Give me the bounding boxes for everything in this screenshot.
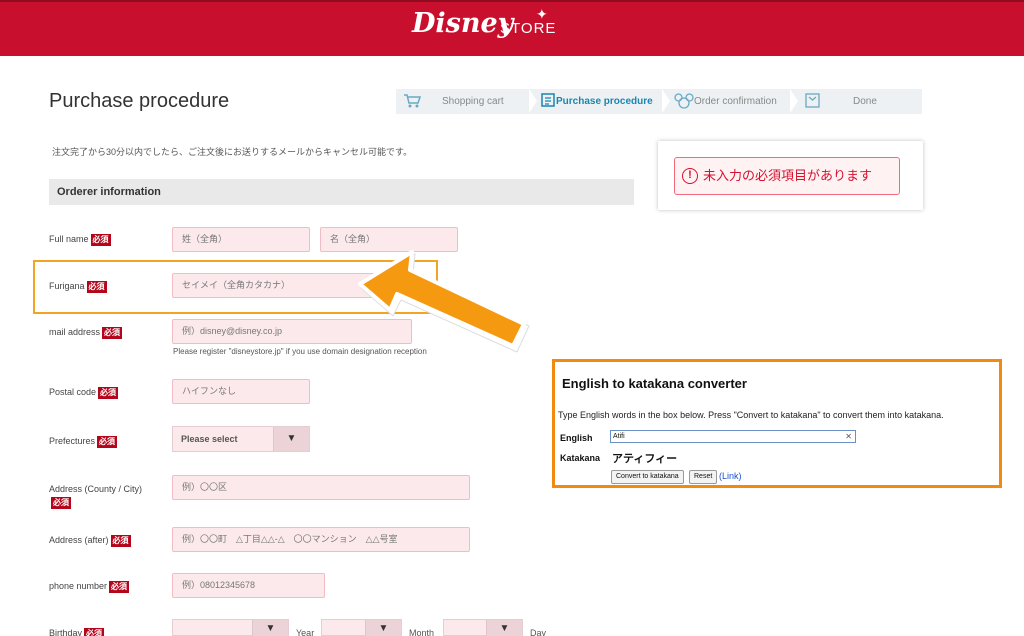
birthday-month-label: Month [409,628,435,636]
birthday-year-label: Year [296,628,315,636]
disney-store-logo[interactable]: Disney STORE ✦ [0,0,1024,56]
fullname-label: Full name 必須 [49,234,111,246]
mickey-icon [674,93,694,112]
error-message: 未入力の必須項目があります [703,168,873,183]
chevron-down-icon[interactable]: ▼ [365,620,401,636]
english-input[interactable]: Atifi ✕ [610,430,856,443]
last-name-input[interactable]: 姓（全角） [172,227,310,252]
exclamation-circle-icon: ! [682,168,698,184]
address-city-label-text: Address (County / City) [49,484,143,494]
cancel-notice: 注文完了から30分以内でしたら、ご注文後にお送りするメールからキャンセル可能です… [52,147,413,157]
check-icon [805,93,821,112]
english-input-value: Atifi [613,433,625,440]
chevron-down-icon[interactable]: ▼ [252,620,288,636]
phone-label: phone number 必須 [49,581,130,593]
required-badge: 必須 [109,581,130,593]
pointer-arrow-icon [358,250,530,353]
phone-label-text: phone number [49,581,108,591]
page-title: Purchase procedure [49,90,230,112]
required-badge: 必須 [98,387,119,399]
furigana-label-text: Furigana [49,281,85,291]
step-purchase-procedure: Purchase procedure [556,96,653,107]
required-badge: 必須 [86,281,107,293]
step-separator [790,89,798,113]
step-shopping-cart: Shopping cart [442,96,504,107]
chevron-down-icon[interactable]: ▼ [273,427,309,451]
fullname-label-text: Full name [49,234,89,244]
address-after-input[interactable]: 例）〇〇町 △丁目△△-△ 〇〇マンション △△号室 [172,527,470,552]
english-label: English [560,433,593,443]
converter-description: Type English words in the box below. Pre… [558,410,944,420]
step-separator [529,89,537,113]
katakana-converter-panel: English to katakana converter Type Engli… [552,359,1002,488]
birthday-day-select[interactable]: ▼ [443,619,523,636]
convert-to-katakana-button[interactable]: Convert to katakana [611,470,684,484]
required-badge: 必須 [102,327,123,339]
checkout-steps: Shopping cart Purchase procedure Order c… [396,89,922,114]
error-card: ! 未入力の必須項目があります [658,141,923,210]
postal-code-input[interactable]: ハイフンなし [172,379,310,404]
postal-label-text: Postal code [49,387,97,397]
logo-store-text: STORE [500,20,557,37]
birthday-label: Birthday 必須 [49,628,105,636]
furigana-label: Furigana 必須 [49,281,107,293]
reset-button[interactable]: Reset [689,470,718,484]
address-city-input[interactable]: 例）〇〇区 [172,475,470,500]
prefecture-label: Prefectures 必須 [49,436,118,448]
required-badge: 必須 [97,436,118,448]
close-icon[interactable]: ✕ [845,431,852,442]
address-after-label: Address (after) 必須 [49,535,131,547]
mail-label: mail address 必須 [49,327,123,339]
birthday-month-select[interactable]: ▼ [321,619,402,636]
chevron-down-icon[interactable]: ▼ [486,620,522,636]
form-icon [541,93,557,110]
prefecture-selected-value: Please select [181,434,238,444]
required-badge: 必須 [51,497,71,509]
address-after-label-text: Address (after) [49,535,109,545]
required-badge: 必須 [90,234,111,246]
converter-title: English to katakana converter [562,376,747,391]
postal-label: Postal code 必須 [49,387,119,399]
prefecture-select[interactable]: Please select ▼ [172,426,310,452]
birthday-year-select[interactable]: ▼ [172,619,289,636]
birthday-label-text: Birthday [49,628,83,636]
error-message-box: ! 未入力の必須項目があります [674,157,900,195]
logo-disney-text: Disney [412,8,514,39]
katakana-output: アティフィー [612,453,678,465]
step-separator [662,89,670,113]
sparkle-icon: ✦ [536,6,548,22]
katakana-label: Katakana [560,453,601,463]
required-badge: 必須 [110,535,131,547]
section-orderer-information: Orderer information [49,179,634,205]
prefecture-label-text: Prefectures [49,436,96,446]
step-done: Done [853,96,877,107]
birthday-day-label: Day [530,628,547,636]
phone-input[interactable]: 例）08012345678 [172,573,325,598]
mail-label-text: mail address [49,327,101,337]
required-badge: 必須 [84,628,105,636]
cart-icon [403,93,422,112]
step-order-confirmation: Order confirmation [694,96,777,107]
converter-link[interactable]: (Link) [719,471,742,481]
address-city-label: Address (County / City) 必須 [49,483,142,509]
